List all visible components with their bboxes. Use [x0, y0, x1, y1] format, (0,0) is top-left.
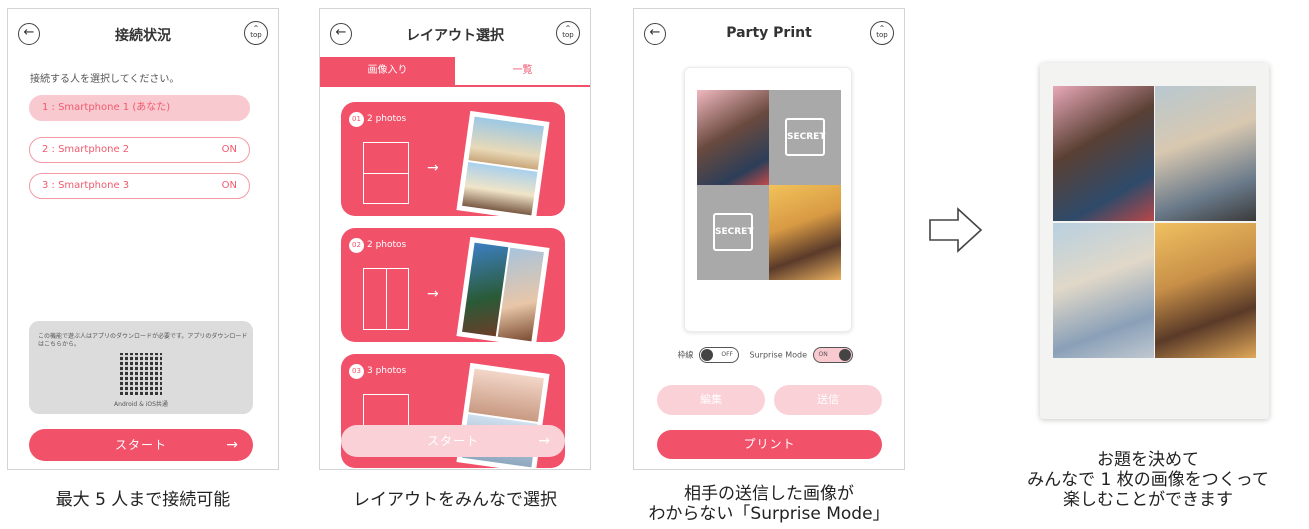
- header: ← 接続状況 ⌃ top: [8, 9, 278, 57]
- arrow-right-icon: →: [427, 286, 439, 302]
- caption-line: みんなで 1 枚の画像をつくって: [1027, 470, 1269, 490]
- start-button[interactable]: スタート →: [29, 429, 253, 461]
- app-download-panel: この機能で遊ぶ人はアプリのダウンロードが必要です。アプリのダウンロードはこちらか…: [29, 321, 253, 414]
- caption-surprise-mode: 相手の送信した画像が わからない「Surprise Mode」: [613, 484, 925, 524]
- frame-toggle-label: 枠線: [677, 350, 694, 360]
- caption-result: お題を決めて みんなで 1 枚の画像をつくって 楽しむことができます: [990, 450, 1306, 510]
- print-preview-card: SECRET SECRET: [684, 67, 852, 332]
- caption-connect: 最大 5 人まで接続可能: [55, 490, 231, 510]
- device-label: 3 : Smartphone 3: [42, 180, 130, 191]
- start-label: スタート: [114, 438, 167, 452]
- phone-party-print: ← Party Print ⌃ top SECRET SECRET 枠線 OFF …: [633, 8, 905, 470]
- arrow-right-icon: →: [226, 437, 239, 453]
- page-title: レイアウト選択: [406, 28, 504, 44]
- layout-frame-icon: [363, 268, 409, 330]
- layout-label: 2 photos: [367, 240, 407, 250]
- secret-cell[interactable]: SECRET: [697, 185, 769, 280]
- phone-connection-status: ← 接続状況 ⌃ top 接続する人を選択してください。 1 : Smartpho…: [7, 8, 279, 470]
- secret-cell[interactable]: SECRET: [769, 90, 841, 185]
- tab-with-images[interactable]: 画像入り: [320, 57, 455, 85]
- page-title: 接続状況: [115, 28, 171, 44]
- qr-code-icon[interactable]: [120, 353, 162, 395]
- edit-button[interactable]: 編集: [657, 385, 765, 415]
- start-label: スタート: [426, 434, 479, 448]
- layout-preview-image: [456, 236, 550, 342]
- layout-preview-image: [456, 110, 550, 216]
- layout-badge: 03 3 photos: [349, 364, 406, 379]
- layout-card-01[interactable]: 01 2 photos →: [341, 102, 565, 216]
- result-instax-print: [1040, 63, 1269, 419]
- layout-badge: 01 2 photos: [349, 112, 406, 127]
- instruction-text: 接続する人を選択してください。: [30, 74, 180, 85]
- toggle-row: 枠線 OFF Surprise Mode ON: [634, 347, 904, 363]
- device-label: 2 : Smartphone 2: [42, 144, 130, 155]
- layout-card-02[interactable]: 02 2 photos →: [341, 228, 565, 342]
- tab-list[interactable]: 一覧: [455, 57, 590, 85]
- surprise-mode-label: Surprise Mode: [749, 350, 807, 360]
- layout-badge: 02 2 photos: [349, 238, 406, 253]
- secret-icon: SECRET: [785, 118, 825, 156]
- arrow-right-icon: →: [538, 433, 551, 449]
- photo-cell[interactable]: [697, 90, 769, 185]
- device-row-smartphone-3[interactable]: 3 : Smartphone 3 ON: [29, 173, 250, 199]
- print-label: プリント: [743, 437, 796, 451]
- caption-layout: レイアウトをみんなで選択: [353, 490, 557, 510]
- page-title: Party Print: [726, 25, 812, 41]
- start-button[interactable]: スタート →: [341, 425, 565, 457]
- secret-icon: SECRET: [713, 213, 753, 251]
- device-row-smartphone-2[interactable]: 2 : Smartphone 2 ON: [29, 137, 250, 163]
- phone-layout-select: ← レイアウト選択 ⌃ top 画像入り 一覧 01 2 photos → 02 2 …: [319, 8, 591, 470]
- toggle-state: ON: [818, 351, 828, 358]
- top-label: top: [562, 31, 574, 39]
- toggle-state: OFF: [721, 351, 733, 358]
- device-status: ON: [221, 180, 237, 191]
- device-status: ON: [221, 144, 237, 155]
- top-label: top: [250, 31, 262, 39]
- frame-toggle[interactable]: OFF: [698, 347, 739, 363]
- top-label: top: [876, 31, 888, 39]
- download-text: この機能で遊ぶ人はアプリのダウンロードが必要です。アプリのダウンロードはこちらか…: [38, 333, 248, 348]
- print-button[interactable]: プリント: [657, 430, 882, 459]
- layout-number: 02: [349, 238, 364, 253]
- surprise-mode-toggle[interactable]: ON: [812, 347, 853, 363]
- layout-label: 2 photos: [367, 114, 407, 124]
- header: ← Party Print ⌃ top: [634, 9, 904, 57]
- result-photo: [1053, 223, 1154, 358]
- layout-tabs: 画像入り 一覧: [320, 57, 590, 87]
- top-button[interactable]: ⌃ top: [244, 21, 268, 45]
- caption-line: 楽しむことができます: [1063, 490, 1233, 510]
- header: ← レイアウト選択 ⌃ top: [320, 9, 590, 57]
- result-photo: [1053, 86, 1154, 221]
- layout-label: 3 photos: [367, 366, 407, 376]
- layout-frame-icon: [363, 142, 409, 204]
- result-photo-grid: [1053, 86, 1256, 358]
- layout-number: 03: [349, 364, 364, 379]
- photo-cell[interactable]: [769, 185, 841, 280]
- top-button[interactable]: ⌃ top: [870, 21, 894, 45]
- download-caption: Android & iOS共通: [114, 401, 168, 408]
- layout-number: 01: [349, 112, 364, 127]
- caption-line: お題を決めて: [1097, 450, 1199, 470]
- outline-arrow-right-icon: [929, 207, 983, 253]
- result-photo: [1155, 223, 1256, 358]
- result-photo: [1155, 86, 1256, 221]
- caption-line: 相手の送信した画像が: [684, 484, 854, 504]
- device-label: 1 : Smartphone 1 (あなた): [42, 102, 171, 113]
- device-row-smartphone-1[interactable]: 1 : Smartphone 1 (あなた): [29, 95, 250, 121]
- top-button[interactable]: ⌃ top: [556, 21, 580, 45]
- caption-line: わからない「Surprise Mode」: [648, 504, 890, 524]
- arrow-right-icon: →: [427, 160, 439, 176]
- send-button[interactable]: 送信: [774, 385, 882, 415]
- print-preview-grid: SECRET SECRET: [697, 90, 841, 280]
